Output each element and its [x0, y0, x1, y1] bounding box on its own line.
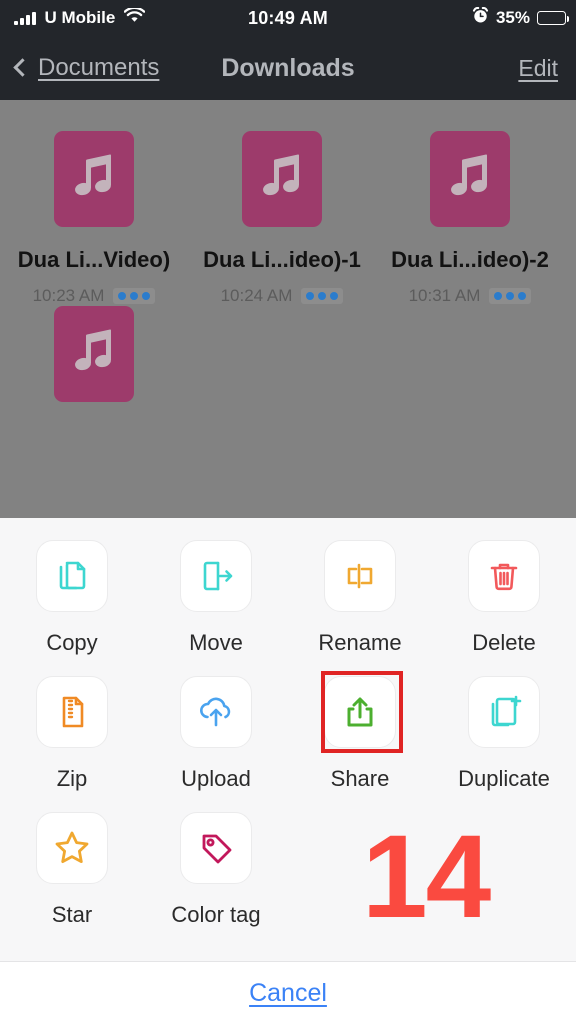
- action-label: Color tag: [171, 902, 261, 927]
- action-upload[interactable]: Upload: [144, 676, 288, 792]
- file-name: Dua Li...ideo)-1: [203, 247, 361, 272]
- file-item[interactable]: Dua Li...ideo)-1 10:24 AM: [188, 131, 376, 306]
- more-dots-icon[interactable]: [113, 288, 156, 304]
- action-label: Zip: [56, 766, 88, 791]
- music-file-icon: [242, 131, 322, 227]
- status-bar-right: 35%: [472, 6, 570, 29]
- battery-percent-label: 35%: [495, 8, 530, 27]
- file-name: Dua Li...Video): [17, 247, 171, 272]
- file-time: 10:31 AM: [408, 286, 481, 305]
- action-rename[interactable]: Rename: [288, 540, 432, 656]
- file-grid: Dua Li...Video) 10:23 AM Dua Li...ideo)-1 1…: [0, 100, 576, 402]
- page-title: Downloads: [221, 53, 355, 82]
- copy-icon: [36, 540, 108, 612]
- file-item[interactable]: [0, 306, 188, 402]
- color-tag-icon: [180, 812, 252, 884]
- action-share[interactable]: Share: [288, 671, 432, 792]
- battery-icon: [537, 11, 570, 25]
- action-color-tag[interactable]: Color tag: [144, 812, 288, 928]
- duplicate-icon: [468, 676, 540, 748]
- action-zip[interactable]: Zip: [0, 676, 144, 792]
- more-dots-icon[interactable]: [301, 288, 344, 304]
- action-label: Share: [330, 766, 390, 791]
- action-delete[interactable]: Delete: [432, 540, 576, 656]
- cancel-button[interactable]: Cancel: [249, 979, 327, 1008]
- action-move[interactable]: Move: [144, 540, 288, 656]
- file-item[interactable]: Dua Li...ideo)-2 10:31 AM: [376, 131, 564, 306]
- file-name: Dua Li...ideo)-2: [391, 247, 549, 272]
- action-label: Rename: [318, 630, 402, 655]
- action-label: Upload: [181, 766, 251, 791]
- move-icon: [180, 540, 252, 612]
- action-duplicate[interactable]: Duplicate: [432, 676, 576, 792]
- star-icon: [36, 812, 108, 884]
- alarm-clock-icon: [472, 6, 489, 29]
- zip-icon: [36, 676, 108, 748]
- cloud-upload-icon: [180, 676, 252, 748]
- action-label: Move: [189, 630, 243, 655]
- trash-icon: [468, 540, 540, 612]
- rename-icon: [324, 540, 396, 612]
- file-time: 10:23 AM: [32, 286, 105, 305]
- navigation-bar: Documents Downloads Edit: [0, 36, 576, 100]
- action-copy[interactable]: Copy: [0, 540, 144, 656]
- edit-button[interactable]: Edit: [518, 55, 558, 82]
- file-time: 10:24 AM: [220, 286, 293, 305]
- action-star[interactable]: Star: [0, 812, 144, 928]
- file-item[interactable]: Dua Li...Video) 10:23 AM: [0, 131, 188, 306]
- status-bar: U Mobile 10:49 AM 35%: [0, 0, 576, 36]
- file-grid-area: Dua Li...Video) 10:23 AM Dua Li...ideo)-1 1…: [0, 100, 576, 518]
- music-file-icon: [54, 131, 134, 227]
- highlight-box: [321, 671, 403, 753]
- music-file-icon: [430, 131, 510, 227]
- action-label: Delete: [472, 630, 536, 655]
- cancel-bar: Cancel: [0, 962, 576, 1024]
- music-file-icon: [54, 306, 134, 402]
- more-dots-icon[interactable]: [489, 288, 532, 304]
- action-label: Star: [51, 902, 93, 927]
- action-grid: Copy Move Rename Delete Zip Upload Share…: [0, 518, 576, 948]
- action-label: Duplicate: [458, 766, 550, 791]
- step-number-annotation: 14: [362, 811, 491, 943]
- action-label: Copy: [46, 630, 98, 655]
- action-sheet: Copy Move Rename Delete Zip Upload Share…: [0, 518, 576, 1024]
